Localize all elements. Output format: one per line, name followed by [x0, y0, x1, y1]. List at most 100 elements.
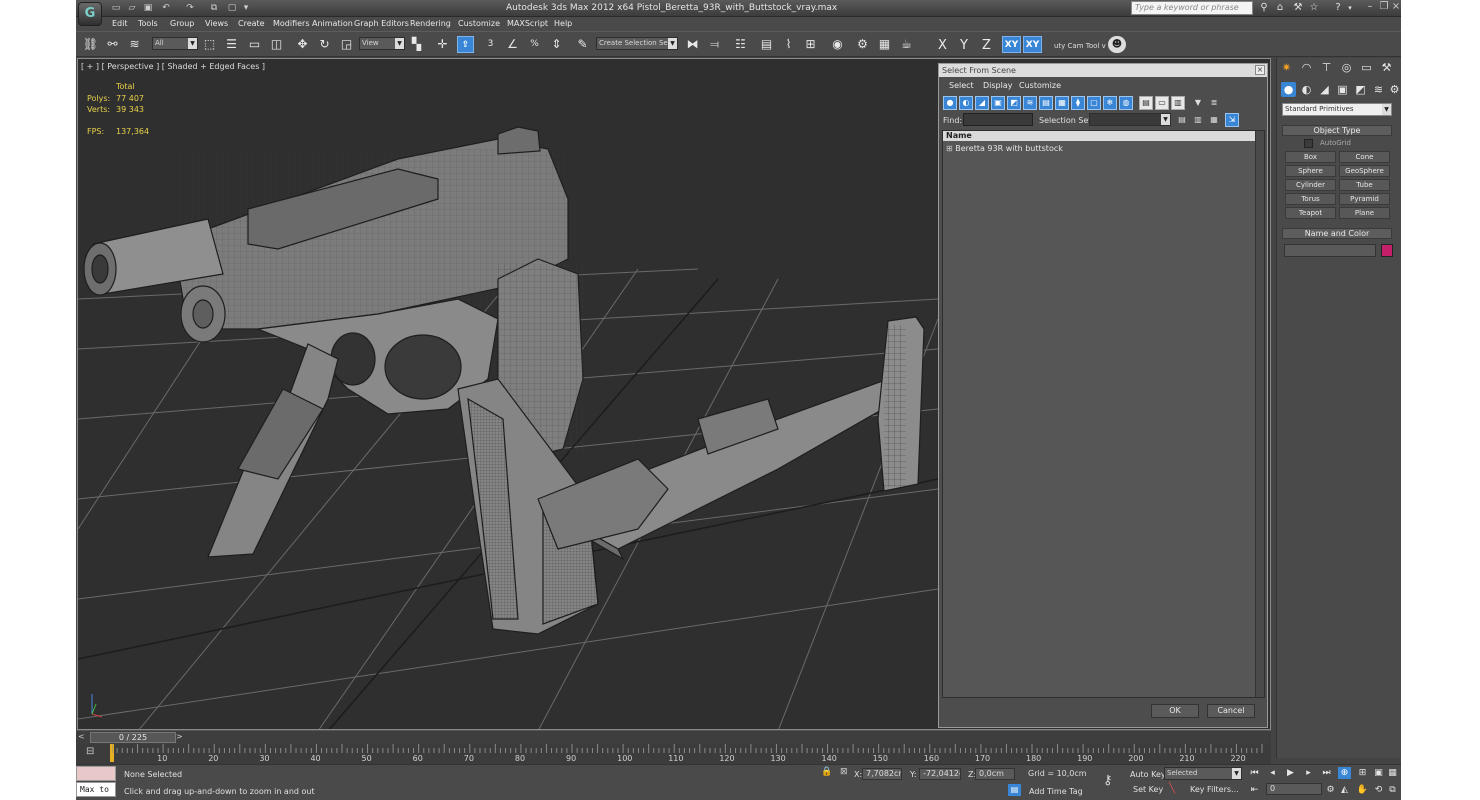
search-input[interactable]: Type a keyword or phrase: [1131, 1, 1253, 15]
go-to-start-icon[interactable]: ⏮: [1248, 767, 1261, 779]
systems-category-icon[interactable]: ⚙: [1387, 82, 1401, 97]
camera-tool-icon[interactable]: ☻: [1108, 36, 1126, 53]
geometry-category-icon[interactable]: ●: [1281, 82, 1296, 97]
time-slider-thumb[interactable]: 0 / 225: [90, 732, 176, 743]
angle-snap-icon[interactable]: ∠: [504, 36, 521, 53]
display-helpers-icon[interactable]: ◩: [1007, 96, 1021, 110]
snaps-toggle-icon[interactable]: 3: [482, 36, 499, 53]
zoom-icon[interactable]: ⊕: [1338, 767, 1351, 779]
display-xrefs-icon[interactable]: ▦: [1055, 96, 1069, 110]
restrict-xy-button[interactable]: XY: [1002, 36, 1021, 53]
restore-icon[interactable]: ❐: [1378, 2, 1390, 13]
next-frame-icon[interactable]: ▸: [1302, 767, 1315, 779]
named-selection-set-select[interactable]: Create Selection Se ▼: [596, 37, 678, 50]
tube-button[interactable]: Tube: [1339, 179, 1390, 191]
hierarchy-tab-icon[interactable]: ⊤: [1319, 60, 1334, 75]
display-frozen-icon[interactable]: ❄: [1103, 96, 1117, 110]
create-tab-icon[interactable]: ✷: [1279, 60, 1294, 75]
list-scrollbar[interactable]: [1255, 131, 1264, 697]
select-none-icon[interactable]: ▭: [1155, 96, 1169, 110]
undo-icon[interactable]: ↶: [160, 3, 172, 14]
object-type-rollout[interactable]: Object Type: [1282, 125, 1392, 136]
custom-tool-label[interactable]: uty Cam Tool v: [1054, 42, 1106, 50]
display-lights-icon[interactable]: ◢: [975, 96, 989, 110]
scale-icon[interactable]: ◲: [338, 36, 355, 53]
hold-icon[interactable]: ⧉: [208, 3, 220, 14]
edit-named-selection-icon[interactable]: ✎: [574, 36, 591, 53]
spacewarps-category-icon[interactable]: ≋: [1371, 82, 1386, 97]
select-by-name-icon[interactable]: ☰: [223, 36, 240, 53]
menu-animation[interactable]: Animation: [312, 19, 353, 28]
filter-icon[interactable]: ▼: [1191, 96, 1205, 110]
mini-curve-editor-icon[interactable]: ⊟: [86, 746, 94, 757]
menu-edit[interactable]: Edit: [112, 19, 128, 28]
zoom-extents-icon[interactable]: ▣: [1372, 767, 1385, 779]
cylinder-button[interactable]: Cylinder: [1285, 179, 1336, 191]
object-name-input[interactable]: [1284, 244, 1376, 257]
select-object-icon[interactable]: ⬚: [201, 36, 218, 53]
create-selection-set-icon[interactable]: ▤: [1175, 113, 1189, 127]
menu-customize[interactable]: Customize: [458, 19, 500, 28]
modify-tab-icon[interactable]: ◠: [1299, 60, 1314, 75]
menu-help[interactable]: Help: [554, 19, 572, 28]
display-groups-icon[interactable]: ▤: [1039, 96, 1053, 110]
favorites-star-icon[interactable]: ☆: [1308, 2, 1320, 14]
keyboard-shortcut-override-icon[interactable]: ⇪: [457, 36, 474, 53]
close-icon[interactable]: ×: [1390, 2, 1401, 13]
key-mode-toggle-icon[interactable]: ⇤: [1248, 784, 1261, 796]
zoom-extents-all-icon[interactable]: ▦: [1386, 767, 1399, 779]
display-hidden-icon[interactable]: ◍: [1119, 96, 1133, 110]
binoculars-icon[interactable]: ⚲: [1258, 2, 1270, 14]
sync-selection-icon[interactable]: ⇲: [1225, 113, 1239, 127]
bind-space-warp-icon[interactable]: ≋: [126, 36, 143, 53]
lock-selection-icon[interactable]: 🔒: [821, 767, 832, 777]
menu-tools[interactable]: Tools: [138, 19, 158, 28]
autogrid-checkbox[interactable]: [1304, 139, 1313, 148]
project-folder-icon[interactable]: ▢: [226, 3, 238, 14]
add-time-tag-button[interactable]: Add Time Tag: [1029, 787, 1083, 796]
z-coordinate-field[interactable]: 0,0cm: [975, 768, 1015, 780]
percent-snap-icon[interactable]: %: [526, 36, 543, 53]
viewport-label[interactable]: [ + ] [ Perspective ] [ Shaded + Edged F…: [81, 62, 265, 71]
pan-view-icon[interactable]: ✋: [1356, 784, 1369, 796]
restrict-x-button[interactable]: X: [938, 38, 947, 53]
key-mode-select[interactable]: Selected ▼: [1164, 767, 1242, 780]
rectangular-selection-icon[interactable]: ▭: [246, 36, 263, 53]
display-containers-icon[interactable]: ▢: [1087, 96, 1101, 110]
display-spacewarps-icon[interactable]: ≋: [1023, 96, 1037, 110]
geosphere-button[interactable]: GeoSphere: [1339, 165, 1390, 177]
dialog-title[interactable]: Select From Scene: [939, 64, 1267, 77]
rendered-frame-window-icon[interactable]: ▦: [876, 36, 893, 53]
material-editor-icon[interactable]: ◉: [829, 36, 846, 53]
list-item[interactable]: ⊞ Beretta 93R with buttstock: [946, 144, 1063, 153]
shapes-category-icon[interactable]: ◐: [1299, 82, 1314, 97]
time-slider[interactable]: < 0 / 225 >: [76, 730, 1271, 744]
minimize-icon[interactable]: –: [1364, 2, 1376, 13]
redo-icon[interactable]: ↷: [184, 3, 196, 14]
time-configuration-icon[interactable]: ⚙: [1324, 784, 1337, 796]
box-button[interactable]: Box: [1285, 151, 1336, 163]
y-coordinate-field[interactable]: -72,0412cm: [919, 768, 961, 780]
cancel-button[interactable]: Cancel: [1207, 704, 1255, 718]
spinner-snap-icon[interactable]: ⇕: [548, 36, 565, 53]
add-to-selection-set-icon[interactable]: ▥: [1191, 113, 1205, 127]
time-slider-next-icon[interactable]: >: [176, 732, 183, 741]
scene-object-list[interactable]: Name ⊞ Beretta 93R with buttstock: [942, 130, 1265, 698]
restrict-z-button[interactable]: Z: [982, 38, 991, 53]
ok-button[interactable]: OK: [1151, 704, 1199, 718]
maximize-viewport-icon[interactable]: ⧉: [1386, 784, 1399, 796]
object-color-swatch[interactable]: [1381, 244, 1393, 257]
layer-manager-icon[interactable]: ☷: [732, 36, 749, 53]
new-file-icon[interactable]: ▭: [110, 3, 122, 14]
selection-filter-select[interactable]: All ▼: [152, 37, 198, 50]
name-and-color-rollout[interactable]: Name and Color: [1282, 228, 1392, 239]
menu-maxscript[interactable]: MAXScript: [507, 19, 548, 28]
rotate-icon[interactable]: ↻: [316, 36, 333, 53]
render-setup-icon[interactable]: ⚙: [854, 36, 871, 53]
helpers-category-icon[interactable]: ◩: [1353, 82, 1368, 97]
unlink-icon[interactable]: ⚯: [104, 36, 121, 53]
render-production-icon[interactable]: ☕: [898, 36, 915, 53]
move-icon[interactable]: ✥: [294, 36, 311, 53]
graphite-ribbon-icon[interactable]: ▤: [758, 36, 775, 53]
reference-coordinate-select[interactable]: View ▼: [359, 37, 405, 50]
